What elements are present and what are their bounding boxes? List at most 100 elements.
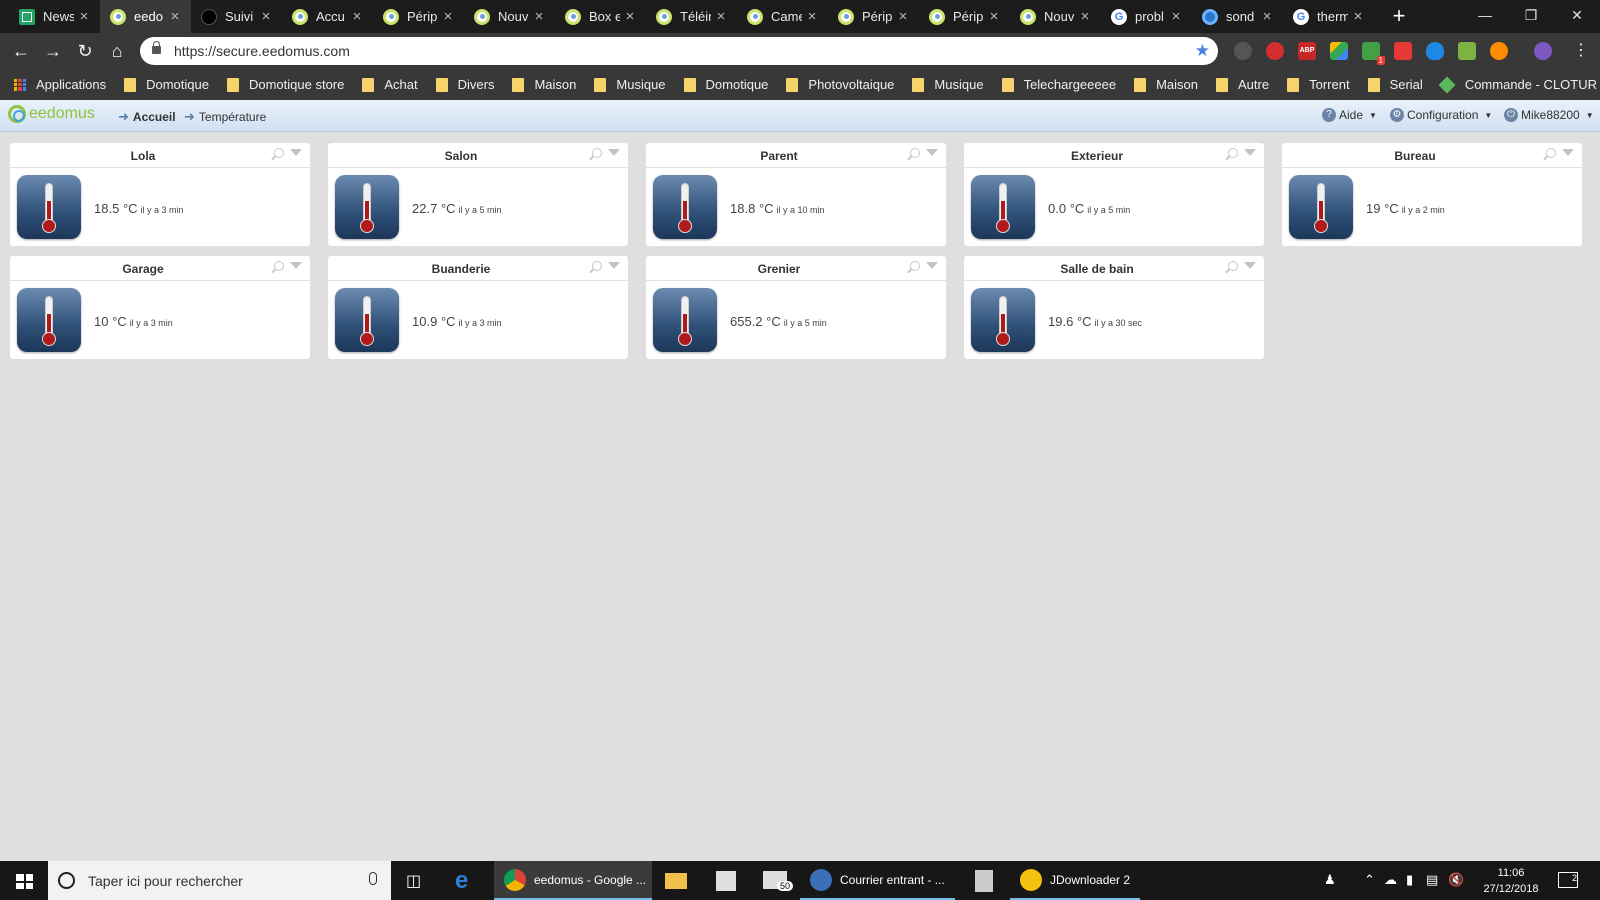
taskbar-app-chrome[interactable]: eedomus - Google ... bbox=[494, 861, 652, 900]
browser-tab[interactable]: Suivi × bbox=[191, 0, 282, 33]
taskbar-clock[interactable]: 11:06 27/12/2018 bbox=[1478, 865, 1544, 897]
chevron-down-icon[interactable] bbox=[926, 262, 938, 269]
extension-circle-icon[interactable] bbox=[1234, 42, 1252, 60]
close-tab-icon[interactable]: × bbox=[802, 8, 822, 25]
bookmark-item[interactable]: Photovoltaique bbox=[786, 77, 894, 92]
search-icon[interactable] bbox=[910, 261, 920, 271]
close-tab-icon[interactable]: × bbox=[74, 8, 94, 25]
adblock-icon[interactable]: ABP bbox=[1298, 42, 1316, 60]
extension-puzzle-icon[interactable] bbox=[1458, 42, 1476, 60]
cloud-icon[interactable]: ☁ bbox=[1384, 872, 1397, 888]
shield-icon[interactable] bbox=[1426, 42, 1444, 60]
bookmark-item[interactable]: Divers bbox=[435, 77, 494, 92]
chevron-down-icon[interactable] bbox=[290, 262, 302, 269]
search-icon[interactable] bbox=[1228, 261, 1238, 271]
taskbar-search-box[interactable]: Taper ici pour rechercher bbox=[48, 861, 391, 900]
taskbar-app-thunderbird[interactable]: Courrier entrant - ... bbox=[800, 861, 955, 900]
chevron-down-icon[interactable] bbox=[1562, 149, 1574, 156]
close-tab-icon[interactable]: × bbox=[620, 8, 640, 25]
calculator-icon[interactable] bbox=[975, 870, 993, 892]
minimize-button[interactable]: — bbox=[1462, 0, 1508, 30]
user-menu[interactable]: ⏻ Mike88200 ▼ bbox=[1504, 108, 1594, 122]
breadcrumb-current[interactable]: ➜ Température bbox=[184, 109, 266, 125]
close-tab-icon[interactable]: × bbox=[1166, 8, 1186, 25]
url-text[interactable]: https://secure.eedomus.com bbox=[174, 43, 350, 59]
mail-icon[interactable]: 50 bbox=[763, 871, 794, 891]
browser-tab[interactable]: Accu × bbox=[282, 0, 373, 33]
battery-icon[interactable]: ▮ bbox=[1406, 872, 1413, 888]
browser-tab[interactable]: Nouv × bbox=[464, 0, 555, 33]
bookmark-item[interactable]: Maison bbox=[512, 77, 576, 92]
temperature-widget[interactable]: Lola 18.5 °C il y a 3 min bbox=[10, 143, 310, 246]
bookmark-item[interactable]: Autre bbox=[1216, 77, 1269, 92]
chevron-down-icon[interactable] bbox=[290, 149, 302, 156]
search-icon[interactable] bbox=[910, 148, 920, 158]
chevron-down-icon[interactable] bbox=[1244, 262, 1256, 269]
close-tab-icon[interactable]: × bbox=[1257, 8, 1277, 25]
browser-tab[interactable]: Box e × bbox=[555, 0, 646, 33]
temperature-widget[interactable]: Exterieur 0.0 °C il y a 5 min bbox=[964, 143, 1264, 246]
browser-tab[interactable]: News × bbox=[9, 0, 100, 33]
temperature-widget[interactable]: Garage 10 °C il y a 3 min bbox=[10, 256, 310, 359]
close-tab-icon[interactable]: × bbox=[711, 8, 731, 25]
eedomus-logo[interactable]: eedomus bbox=[8, 105, 95, 123]
configuration-menu[interactable]: ⚙ Configuration ▼ bbox=[1390, 108, 1492, 122]
search-icon[interactable] bbox=[274, 261, 284, 271]
bookmark-item[interactable]: Domotique bbox=[683, 77, 768, 92]
file-explorer-icon[interactable] bbox=[665, 873, 687, 889]
windows-start-icon[interactable] bbox=[16, 874, 33, 889]
chevron-down-icon[interactable] bbox=[1244, 149, 1256, 156]
chevron-down-icon[interactable] bbox=[926, 149, 938, 156]
bookmark-star-icon[interactable]: ★ bbox=[1195, 41, 1210, 61]
browser-tab[interactable]: Nouv × bbox=[1010, 0, 1101, 33]
restore-button[interactable]: ❐ bbox=[1508, 0, 1554, 30]
browser-tab[interactable]: Périp × bbox=[828, 0, 919, 33]
forward-arrow-icon[interactable]: → bbox=[40, 39, 66, 63]
temperature-widget[interactable]: Parent 18.8 °C il y a 10 min bbox=[646, 143, 946, 246]
close-tab-icon[interactable]: × bbox=[347, 8, 367, 25]
taskbar-app-jdownloader[interactable]: JDownloader 2 bbox=[1010, 861, 1140, 900]
edge-icon[interactable]: e bbox=[455, 861, 468, 900]
microphone-icon[interactable] bbox=[369, 872, 377, 885]
bookmark-item[interactable]: Commande - CLOTUR bbox=[1438, 76, 1597, 93]
chevron-up-icon[interactable]: ⌃ bbox=[1364, 872, 1375, 888]
browser-tab[interactable]: Périp × bbox=[373, 0, 464, 33]
browser-tab[interactable]: Gprobl × bbox=[1101, 0, 1192, 33]
chevron-down-icon[interactable] bbox=[608, 262, 620, 269]
close-tab-icon[interactable]: × bbox=[438, 8, 458, 25]
bookmark-item[interactable]: Maison bbox=[1134, 77, 1198, 92]
browser-tab[interactable]: Périp × bbox=[919, 0, 1010, 33]
close-tab-icon[interactable]: × bbox=[893, 8, 913, 25]
people-icon[interactable]: ♟ bbox=[1324, 872, 1336, 888]
key-icon[interactable] bbox=[1490, 42, 1508, 60]
task-view-icon[interactable]: ◫ bbox=[406, 861, 421, 900]
temperature-widget[interactable]: Bureau 19 °C il y a 2 min bbox=[1282, 143, 1582, 246]
bookmark-item[interactable]: Achat bbox=[362, 77, 418, 92]
close-tab-icon[interactable]: × bbox=[256, 8, 276, 25]
address-bar[interactable]: https://secure.eedomus.com ★ bbox=[140, 37, 1218, 65]
close-tab-icon[interactable]: × bbox=[1075, 8, 1095, 25]
bookmark-item[interactable]: Applications bbox=[14, 77, 106, 92]
bookmark-item[interactable]: Musique bbox=[594, 77, 666, 92]
network-icon[interactable]: ▤ bbox=[1426, 872, 1438, 888]
browser-tab[interactable]: Téléin× bbox=[646, 0, 737, 33]
extension-red-icon[interactable] bbox=[1266, 42, 1284, 60]
search-icon[interactable] bbox=[274, 148, 284, 158]
bookmark-item[interactable]: Torrent bbox=[1287, 77, 1350, 92]
search-icon[interactable] bbox=[1546, 148, 1556, 158]
help-menu[interactable]: ? Aide ▼ bbox=[1322, 108, 1377, 122]
temperature-widget[interactable]: Buanderie 10.9 °C il y a 3 min bbox=[328, 256, 628, 359]
volume-muted-icon[interactable]: 🔇 bbox=[1448, 872, 1464, 888]
back-arrow-icon[interactable]: ← bbox=[8, 39, 34, 63]
reload-icon[interactable]: ↻ bbox=[72, 39, 98, 63]
temperature-widget[interactable]: Salon 22.7 °C il y a 5 min bbox=[328, 143, 628, 246]
close-tab-icon[interactable]: × bbox=[1348, 8, 1368, 25]
new-tab-button[interactable]: + bbox=[1386, 3, 1412, 29]
drive-icon[interactable] bbox=[1330, 42, 1348, 60]
browser-tab[interactable]: sond × bbox=[1192, 0, 1283, 33]
bookmark-item[interactable]: Telechargeeeee bbox=[1001, 77, 1116, 92]
browser-tab[interactable]: eedo × bbox=[100, 0, 191, 33]
bookmark-item[interactable]: Domotique bbox=[124, 77, 209, 92]
menu-dots-icon[interactable]: ⋮ bbox=[1568, 39, 1594, 63]
search-icon[interactable] bbox=[592, 261, 602, 271]
